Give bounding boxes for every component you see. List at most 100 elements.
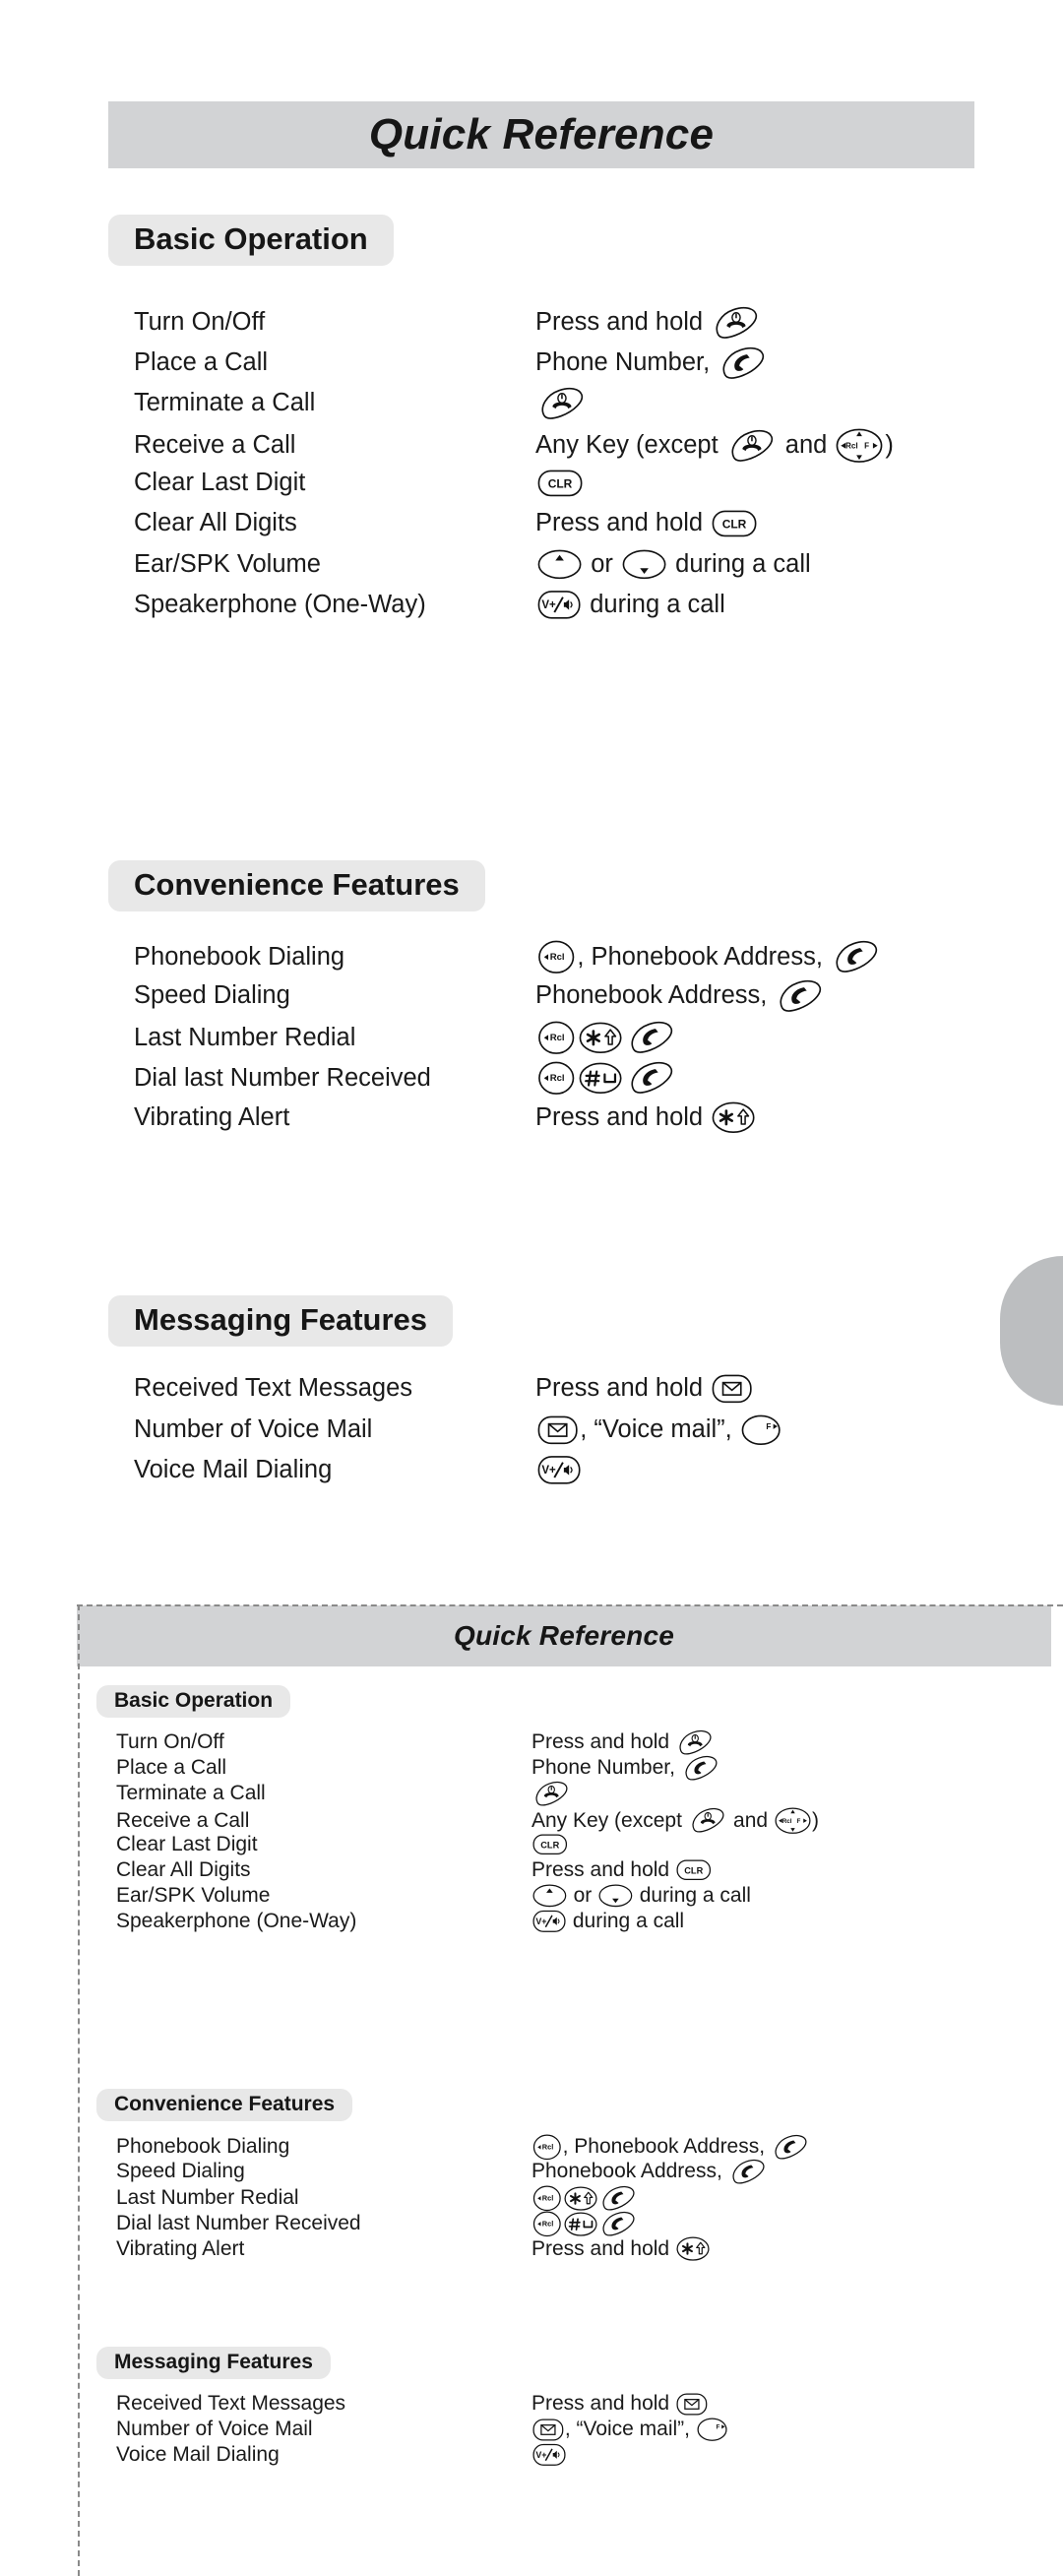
svg-text:CLR: CLR (540, 1841, 559, 1851)
row-action: Rcl , Phonebook Address, (535, 940, 883, 974)
row-label: Clear All Digits (134, 509, 297, 536)
message-envelope-key[interactable] (532, 2419, 564, 2441)
send-key[interactable] (772, 2135, 809, 2160)
reference-row: Phonebook Dialing Rcl , Phonebook Address, (116, 2134, 810, 2161)
volume-up-key[interactable] (532, 1884, 567, 1908)
send-key[interactable] (599, 2212, 637, 2236)
svg-text:CLR: CLR (722, 517, 747, 531)
row-action-text: during a call (567, 1910, 685, 1932)
reference-row: Place a Call Phone Number, (116, 1755, 720, 1781)
end-power-key[interactable] (532, 1781, 570, 1806)
message-envelope-key[interactable] (676, 2393, 708, 2416)
svg-text:Rcl: Rcl (550, 952, 565, 963)
clr-key[interactable]: CLR (537, 470, 583, 497)
send-key[interactable] (776, 979, 825, 1012)
section-heading-convenience-features: Convenience Features (96, 2089, 353, 2121)
reference-row: Speed Dialing Phonebook Address, (116, 2159, 768, 2184)
pound-space-key[interactable] (564, 2212, 597, 2236)
star-shift-key[interactable] (564, 2186, 597, 2211)
reference-row: Clear Last Digit CLR (134, 469, 585, 497)
rcl-key[interactable]: Rcl (537, 940, 575, 974)
row-label: Number of Voice Mail (134, 1415, 373, 1444)
svg-text:V+: V+ (541, 599, 556, 611)
row-action: V+ (532, 2443, 567, 2467)
star-shift-key[interactable] (676, 2236, 710, 2261)
row-label: Number of Voice Mail (116, 2418, 313, 2441)
end-power-key[interactable] (676, 1729, 714, 1755)
row-action-text: Any Key (except (532, 1808, 688, 1832)
rcl-key[interactable]: Rcl (532, 2134, 562, 2161)
svg-text:Rcl: Rcl (550, 1033, 565, 1043)
star-shift-key[interactable] (712, 1101, 755, 1134)
rcl-key[interactable]: Rcl (532, 2211, 562, 2237)
speakerphone-key[interactable]: V+ (532, 2443, 566, 2467)
f-right-key[interactable]: F (741, 1414, 781, 1446)
row-label: Terminate a Call (116, 1782, 266, 1805)
speakerphone-key[interactable]: V+ (537, 1455, 581, 1485)
row-label: Last Number Redial (134, 1023, 356, 1051)
end-power-key[interactable] (537, 387, 587, 419)
svg-text:V+: V+ (535, 2450, 546, 2460)
send-key[interactable] (719, 346, 768, 379)
navigation-key[interactable]: Rcl F (775, 1807, 811, 1834)
clr-key[interactable]: CLR (532, 1834, 568, 1855)
end-power-key[interactable] (689, 1808, 726, 1833)
section-heading-basic-operation: Basic Operation (96, 1685, 291, 1718)
volume-up-key[interactable] (537, 549, 582, 580)
end-power-key[interactable] (727, 429, 777, 462)
svg-text:Rcl: Rcl (550, 1073, 565, 1084)
row-action-text: ) (811, 1808, 819, 1832)
svg-text:F: F (865, 442, 870, 451)
row-action: Rcl , Phonebook Address, (532, 2134, 810, 2161)
volume-down-key[interactable] (622, 549, 666, 580)
speakerphone-key[interactable]: V+ (532, 1910, 566, 1933)
row-label: Voice Mail Dialing (134, 1455, 333, 1483)
reference-row: Last Number Redial Rcl (116, 2185, 638, 2212)
row-action-text: during a call (633, 1884, 751, 1907)
svg-text:F: F (796, 1818, 800, 1825)
row-action-text: and (778, 431, 835, 460)
send-key[interactable] (729, 2159, 767, 2184)
row-action-text: , Phonebook Address, (577, 942, 830, 971)
send-key[interactable] (627, 1022, 676, 1054)
row-action-text: Phone Number, (535, 348, 718, 377)
svg-text:Rcl: Rcl (845, 442, 858, 451)
row-action: V+ during a call (532, 1910, 684, 1933)
rcl-key[interactable]: Rcl (537, 1061, 575, 1096)
clr-key[interactable]: CLR (676, 1859, 712, 1881)
end-power-key[interactable] (712, 306, 761, 339)
send-key[interactable] (627, 1062, 676, 1095)
row-action: Rcl (532, 2185, 638, 2212)
reference-row: Vibrating Alert Press and hold (134, 1101, 757, 1134)
row-action: CLR (535, 470, 585, 497)
row-action: , “Voice mail”, F (532, 2418, 728, 2441)
volume-down-key[interactable] (598, 1884, 633, 1908)
speakerphone-key[interactable]: V+ (537, 590, 581, 620)
svg-text:CLR: CLR (684, 1866, 703, 1876)
svg-text:Rcl: Rcl (542, 2194, 553, 2203)
svg-text:Rcl: Rcl (542, 2220, 553, 2229)
message-envelope-key[interactable] (537, 1415, 578, 1445)
reference-row: Terminate a Call (116, 1781, 571, 1806)
f-right-key[interactable]: F (697, 2418, 727, 2441)
send-key[interactable] (682, 1755, 719, 1781)
clr-key[interactable]: CLR (712, 510, 757, 537)
page-title-banner-small: Quick Reference (77, 1605, 1051, 1666)
row-action-text: during a call (668, 549, 811, 578)
row-label: Vibrating Alert (116, 2236, 245, 2260)
reference-row: Place a Call Phone Number, (134, 346, 770, 379)
message-envelope-key[interactable] (712, 1374, 752, 1404)
pound-space-key[interactable] (579, 1062, 622, 1095)
row-label: Dial last Number Received (134, 1063, 431, 1092)
star-shift-key[interactable] (579, 1022, 622, 1054)
send-key[interactable] (599, 2186, 637, 2211)
navigation-key[interactable]: Rcl F (836, 428, 883, 464)
row-action-text: Press and hold (535, 308, 711, 337)
row-action-text: Press and hold (532, 1858, 675, 1881)
send-key[interactable] (832, 941, 881, 974)
row-label: Speed Dialing (134, 981, 290, 1010)
row-action-text: Phone Number, (532, 1756, 681, 1780)
rcl-key[interactable]: Rcl (532, 2185, 562, 2212)
page-title-small: Quick Reference (454, 1620, 674, 1651)
rcl-key[interactable]: Rcl (537, 1021, 575, 1055)
